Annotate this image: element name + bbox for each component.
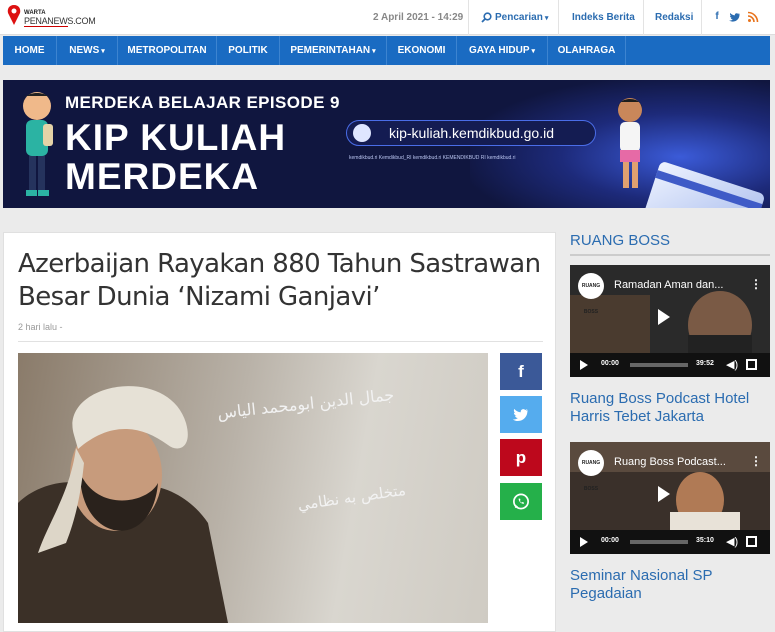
divider (643, 0, 644, 35)
nav-item-metropolitan[interactable]: METROPOLITAN (118, 36, 217, 65)
video-title[interactable]: Ramadan Aman dan... (614, 279, 723, 291)
logo-text-bottom: PENANEWS.COM (24, 16, 96, 26)
svg-text:ﻣﺘﺨﻠﺺ ﺑﻪ ﻧﻈﺎﻣﻲ: ﻣﺘﺨﻠﺺ ﺑﻪ ﻧﻈﺎﻣﻲ (297, 481, 407, 514)
fullscreen-icon[interactable] (746, 359, 757, 370)
elapsed-time: 00:00 (601, 360, 619, 367)
share-whatsapp-button[interactable] (500, 483, 542, 520)
header-date: 2 April 2021 - 14:29 (373, 12, 464, 23)
elapsed-time: 00:00 (601, 537, 619, 544)
main-nav: HOME NEWS ▾ METROPOLITAN POLITIK PEMERINT… (3, 36, 770, 65)
article-meta: 2 hari lalu - (18, 322, 63, 332)
video-player[interactable]: RUANG BOSS Ruang Boss Podcast... ⋮ 00:00… (570, 442, 770, 554)
divider (468, 0, 469, 35)
video-title[interactable]: Ruang Boss Podcast... (614, 456, 726, 468)
site-logo[interactable]: WARTA PENANEWS.COM (6, 4, 96, 32)
more-options-icon[interactable]: ⋮ (750, 454, 762, 468)
chevron-down-icon: ▾ (372, 48, 376, 55)
sidebar-post-title[interactable]: Seminar Nasional SP Pegadaian (570, 567, 770, 603)
divider (701, 0, 702, 35)
banner-url: kip-kuliah.kemdikbud.go.id (389, 125, 554, 141)
index-link[interactable]: Indeks Berita (572, 12, 635, 23)
search-button[interactable]: Pencarian ▾ (495, 12, 548, 23)
logo-pin-icon (7, 5, 21, 25)
chevron-down-icon: ▾ (531, 48, 536, 55)
banner-title-line2: MERDEKA (65, 156, 260, 197)
video-controls: 00:00 39:52 ◀) (570, 353, 770, 377)
chevron-down-icon: ▾ (101, 48, 105, 55)
volume-icon[interactable]: ◀) (726, 535, 738, 548)
redaksi-link[interactable]: Redaksi (655, 12, 693, 23)
play-button[interactable] (580, 537, 588, 547)
banner-episode: MERDEKA BELAJAR EPISODE 9 (65, 93, 340, 112)
divider (558, 0, 559, 35)
duration: 35:10 (696, 537, 714, 544)
nav-item-news[interactable]: NEWS ▾ (57, 36, 118, 65)
divider (18, 341, 543, 342)
fullscreen-icon[interactable] (746, 536, 757, 547)
nav-item-home[interactable]: HOME (3, 36, 57, 65)
article-image[interactable]: ﺟﻤﺎﻝ اﻟﺪﻳﻦ اﺑﻮﻣﺤﻤﺪ اﻟﻴﺎﺱ ﻣﺘﺨﻠﺺ ﺑﻪ ﻧﻈﺎﻣﻲ (18, 353, 488, 623)
kemdikbud-logo-icon (353, 124, 371, 142)
portrait-illustration: ﺟﻤﺎﻝ اﻟﺪﻳﻦ اﺑﻮﻣﺤﻤﺪ اﻟﻴﺎﺱ ﻣﺘﺨﻠﺺ ﺑﻪ ﻧﻈﺎﻣﻲ (18, 385, 407, 623)
progress-bar[interactable] (630, 363, 688, 367)
share-facebook-button[interactable]: f (500, 353, 542, 390)
banner-url-pill: kip-kuliah.kemdikbud.go.id (346, 120, 596, 146)
channel-avatar: RUANG BOSS (578, 450, 604, 492)
progress-bar[interactable] (630, 540, 688, 544)
nav-item-label: GAYA HIDUP (468, 45, 530, 56)
search-icon[interactable] (481, 12, 492, 23)
nav-item-pemerintahan[interactable]: PEMERINTAHAN ▾ (280, 36, 387, 65)
student-illustration (23, 92, 53, 196)
play-icon[interactable] (658, 309, 670, 325)
rss-icon[interactable] (747, 11, 759, 23)
nav-item-label: PEMERINTAHAN (290, 45, 371, 56)
video-player[interactable]: RUANG BOSS Ramadan Aman dan... ⋮ 00:00 3… (570, 265, 770, 377)
twitter-icon[interactable] (729, 11, 741, 23)
nav-item-politik[interactable]: POLITIK (217, 36, 280, 65)
girl-illustration (618, 98, 642, 188)
article-card: Azerbaijan Rayakan 880 Tahun Sastrawan B… (3, 232, 556, 632)
channel-avatar: RUANG BOSS (578, 273, 604, 315)
nav-item-ekonomi[interactable]: EKONOMI (387, 36, 457, 65)
duration: 39:52 (696, 360, 714, 367)
banner-title-line1: KIP KULIAH (65, 117, 287, 158)
banner-socials: kemdikbud.ri Kemdikbud_RI kemdikbud.ri K… (349, 155, 516, 161)
sidebar-post-title[interactable]: Ruang Boss Podcast Hotel Harris Tebet Ja… (570, 390, 770, 426)
nav-item-label: NEWS (69, 45, 100, 56)
top-bar: WARTA PENANEWS.COM 2 April 2021 - 14:29 … (0, 0, 775, 35)
play-icon[interactable] (658, 486, 670, 502)
video-controls: 00:00 35:10 ◀) (570, 530, 770, 554)
play-button[interactable] (580, 360, 588, 370)
kip-kuliah-banner[interactable]: MERDEKA BELAJAR EPISODE 9 KIP KULIAH MER… (3, 80, 770, 208)
svg-text:ﺟﻤﺎﻝ اﻟﺪﻳﻦ اﺑﻮﻣﺤﻤﺪ اﻟﻴﺎﺱ: ﺟﻤﺎﻝ اﻟﺪﻳﻦ اﺑﻮﻣﺤﻤﺪ اﻟﻴﺎﺱ (216, 385, 395, 422)
search-label: Pencarian (495, 12, 543, 23)
logo-underline (24, 26, 68, 27)
article-title[interactable]: Azerbaijan Rayakan 880 Tahun Sastrawan B… (18, 248, 543, 314)
chevron-down-icon: ▾ (544, 15, 549, 22)
share-pinterest-button[interactable]: p (500, 439, 542, 476)
nav-item-gaya-hidup[interactable]: GAYA HIDUP ▾ (457, 36, 548, 65)
share-twitter-button[interactable] (500, 396, 542, 433)
divider (570, 254, 770, 256)
facebook-icon[interactable]: f (711, 11, 723, 23)
sidebar-heading: RUANG BOSS (570, 232, 671, 249)
more-options-icon[interactable]: ⋮ (750, 277, 762, 291)
volume-icon[interactable]: ◀) (726, 358, 738, 371)
nav-item-olahraga[interactable]: OLAHRAGA (548, 36, 626, 65)
